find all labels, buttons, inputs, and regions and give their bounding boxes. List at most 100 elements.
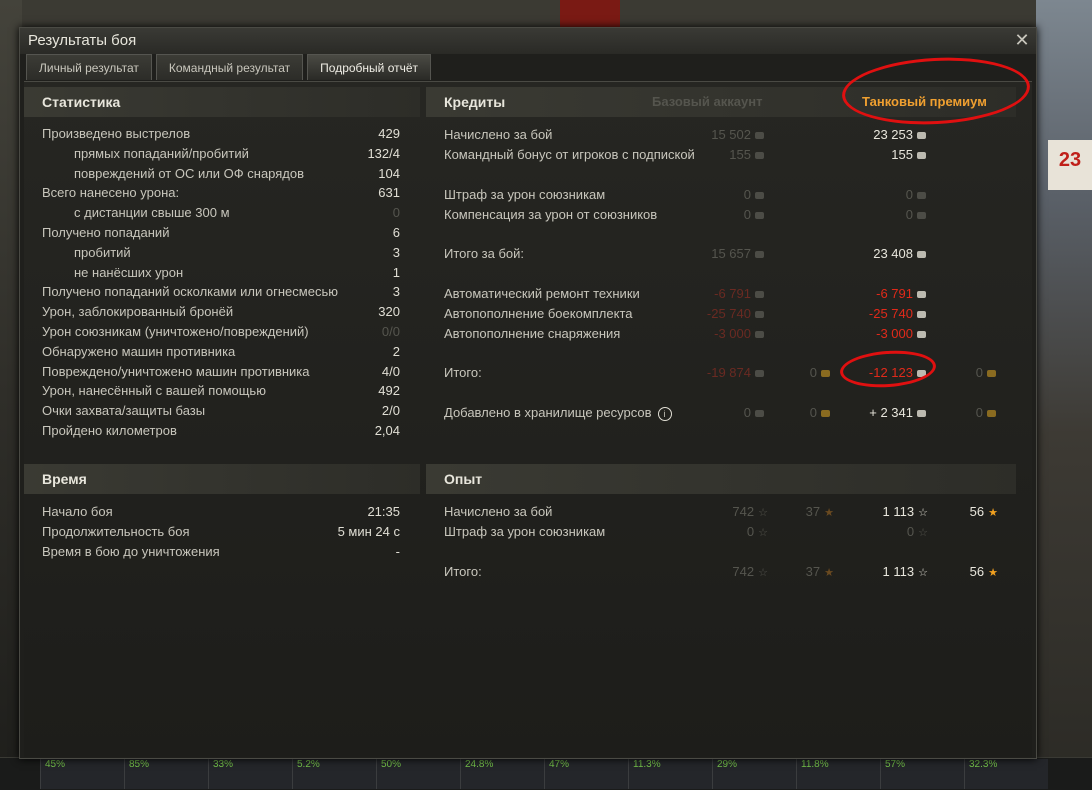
credits-basic-text: 0 <box>743 405 751 420</box>
vehicle-slot[interactable]: 24.8% <box>460 759 544 789</box>
credits-icon <box>917 152 926 160</box>
credits-basic-value: -3 000 <box>664 324 764 344</box>
tab-personal-result[interactable]: Личный результат <box>26 54 152 80</box>
credits-icon <box>917 370 926 378</box>
experience-row-label: Итого: <box>444 564 482 579</box>
credits-icon <box>917 192 926 200</box>
credits-premium-value: 23 253 <box>824 125 926 145</box>
credits-icon <box>755 132 764 140</box>
credits-premium-value: -25 740 <box>824 304 926 324</box>
gold-premium-value: 0 <box>934 403 996 423</box>
stats-row: повреждений от ОС или ОФ снарядов 104 <box>42 164 400 184</box>
stats-row: Получено попаданий 6 <box>42 223 400 243</box>
credits-icon <box>755 311 764 319</box>
vehicle-slot[interactable]: 85% <box>124 759 208 789</box>
stats-row-label: Урон, нанесённый с вашей помощью <box>42 383 266 399</box>
stats-row-value: 2 <box>392 343 400 359</box>
tab-team-result[interactable]: Командный результат <box>155 54 304 80</box>
credits-basic-value: 0 <box>664 205 764 225</box>
stats-row-label: прямых попаданий/пробитий <box>74 145 249 161</box>
credits-basic-text: -6 791 <box>714 286 751 301</box>
vehicle-slot[interactable]: 11.3% <box>628 759 712 789</box>
stats-row-label: Урон союзникам (уничтожено/повреждений) <box>42 324 309 339</box>
free-xp-premium-value: 56 ★ <box>934 502 998 523</box>
stats-row-value: 6 <box>392 225 400 240</box>
stats-row: Получено попаданий осколками или огнесме… <box>42 282 400 302</box>
credits-icon <box>917 212 926 220</box>
close-icon[interactable]: ✕ <box>1012 30 1032 50</box>
vehicle-slot-percent: 29% <box>717 759 738 770</box>
credits-premium-value: 23 408 <box>824 244 926 264</box>
vehicle-slot[interactable]: 50% <box>376 759 460 789</box>
time-row-value: - <box>395 544 400 559</box>
credits-basic-text: -25 740 <box>706 306 751 321</box>
vehicle-slot-percent: 85% <box>129 759 150 770</box>
credits-icon <box>755 192 764 200</box>
credits-icon <box>917 311 926 319</box>
tab-detailed-report[interactable]: Подробный отчёт <box>307 54 432 80</box>
vehicle-slot-percent: 24.8% <box>465 759 494 770</box>
free-xp-basic-text: 37 <box>805 564 821 579</box>
hangar-top-bar <box>0 0 1092 30</box>
stats-row: Обнаружено машин противника 2 <box>42 342 400 362</box>
experience-row-label: Начислено за бой <box>444 504 553 519</box>
stats-row: Повреждено/уничтожено машин противника 4/… <box>42 362 400 382</box>
gold-basic-value: 0 <box>770 403 830 423</box>
credits-premium-text: -12 123 <box>868 365 913 380</box>
vehicle-slot[interactable]: 47% <box>544 759 628 789</box>
stats-row-label: Произведено выстрелов <box>42 126 191 141</box>
credits-premium-value: 0 <box>824 185 926 205</box>
credits-basic-value: 0 <box>664 403 764 423</box>
stats-row-value: 2,04 <box>374 423 400 438</box>
stats-row: пробитий 3 <box>42 243 400 263</box>
credits-basic-value: 0 <box>664 185 764 205</box>
exp-basic-value: 742 ☆ <box>664 502 768 523</box>
free-xp-icon: ★ <box>988 567 998 579</box>
stats-row-label: повреждений от ОС или ОФ снарядов <box>74 165 305 181</box>
credits-premium-text: 0 <box>905 187 913 202</box>
window-title: Результаты боя <box>20 28 1036 54</box>
background-sign: 23 <box>1048 140 1092 190</box>
xp-star-icon: ☆ <box>758 567 768 579</box>
credits-row-label: Автопополнение боекомплекта <box>444 306 633 321</box>
stats-row-value: 132/4 <box>367 145 400 161</box>
vehicle-slot-percent: 11.8% <box>801 759 829 770</box>
credits-basic-text: -3 000 <box>714 326 751 341</box>
stats-row: Урон, заблокированный бронёй 320 <box>42 302 400 322</box>
basic-account-label: Базовый аккаунт <box>652 94 763 109</box>
battle-results-window: Результаты боя ✕ Личный результат Команд… <box>19 27 1037 759</box>
credits-premium-value: 155 <box>824 145 926 165</box>
stats-row-value: 1 <box>392 264 400 280</box>
vehicle-slot[interactable]: 57% <box>880 759 964 789</box>
vehicle-slot[interactable]: 33% <box>208 759 292 789</box>
time-row: Время в бою до уничтожения - <box>42 542 400 562</box>
stats-row-label: Пройдено километров <box>42 423 177 438</box>
gold-basic-text: 0 <box>809 405 817 420</box>
credits-premium-text: + 2 341 <box>869 405 913 420</box>
stats-row: не нанёсших урон 1 <box>42 263 400 283</box>
free-xp-premium-value: 56 ★ <box>934 562 998 583</box>
credits-premium-text: -3 000 <box>876 326 913 341</box>
credits-row-label: Компенсация за урон от союзников <box>444 207 658 222</box>
gold-basic-text: 0 <box>809 365 817 380</box>
credits-row-label: Добавлено в хранилище ресурсов i <box>444 403 672 423</box>
vehicle-slot[interactable]: 11.8% <box>796 759 880 789</box>
gold-icon <box>987 410 996 418</box>
vehicle-slot[interactable]: 5.2% <box>292 759 376 789</box>
exp-premium-value: 1 113 ☆ <box>824 502 928 523</box>
tab-bar: Личный результат Командный результат Под… <box>26 54 432 80</box>
credits-row-label: Итого: <box>444 365 482 380</box>
credits-icon <box>755 251 764 259</box>
time-row-label: Начало боя <box>42 504 113 519</box>
vehicle-slot-percent: 5.2% <box>297 759 320 770</box>
vehicle-slot[interactable]: 32.3% <box>964 759 1048 789</box>
vehicle-slot[interactable]: 29% <box>712 759 796 789</box>
stats-row-label: не нанёсших урон <box>74 264 184 280</box>
credits-basic-value: 15 657 <box>664 244 764 264</box>
vehicle-slot[interactable]: 45% <box>40 759 124 789</box>
credits-row-label: Командный бонус от игроков с подпиской <box>444 147 695 162</box>
credits-icon <box>755 152 764 160</box>
stats-row: Пройдено километров 2,04 <box>42 421 400 441</box>
exp-basic-value: 0 ☆ <box>664 522 768 543</box>
exp-premium-value: 1 113 ☆ <box>824 562 928 583</box>
